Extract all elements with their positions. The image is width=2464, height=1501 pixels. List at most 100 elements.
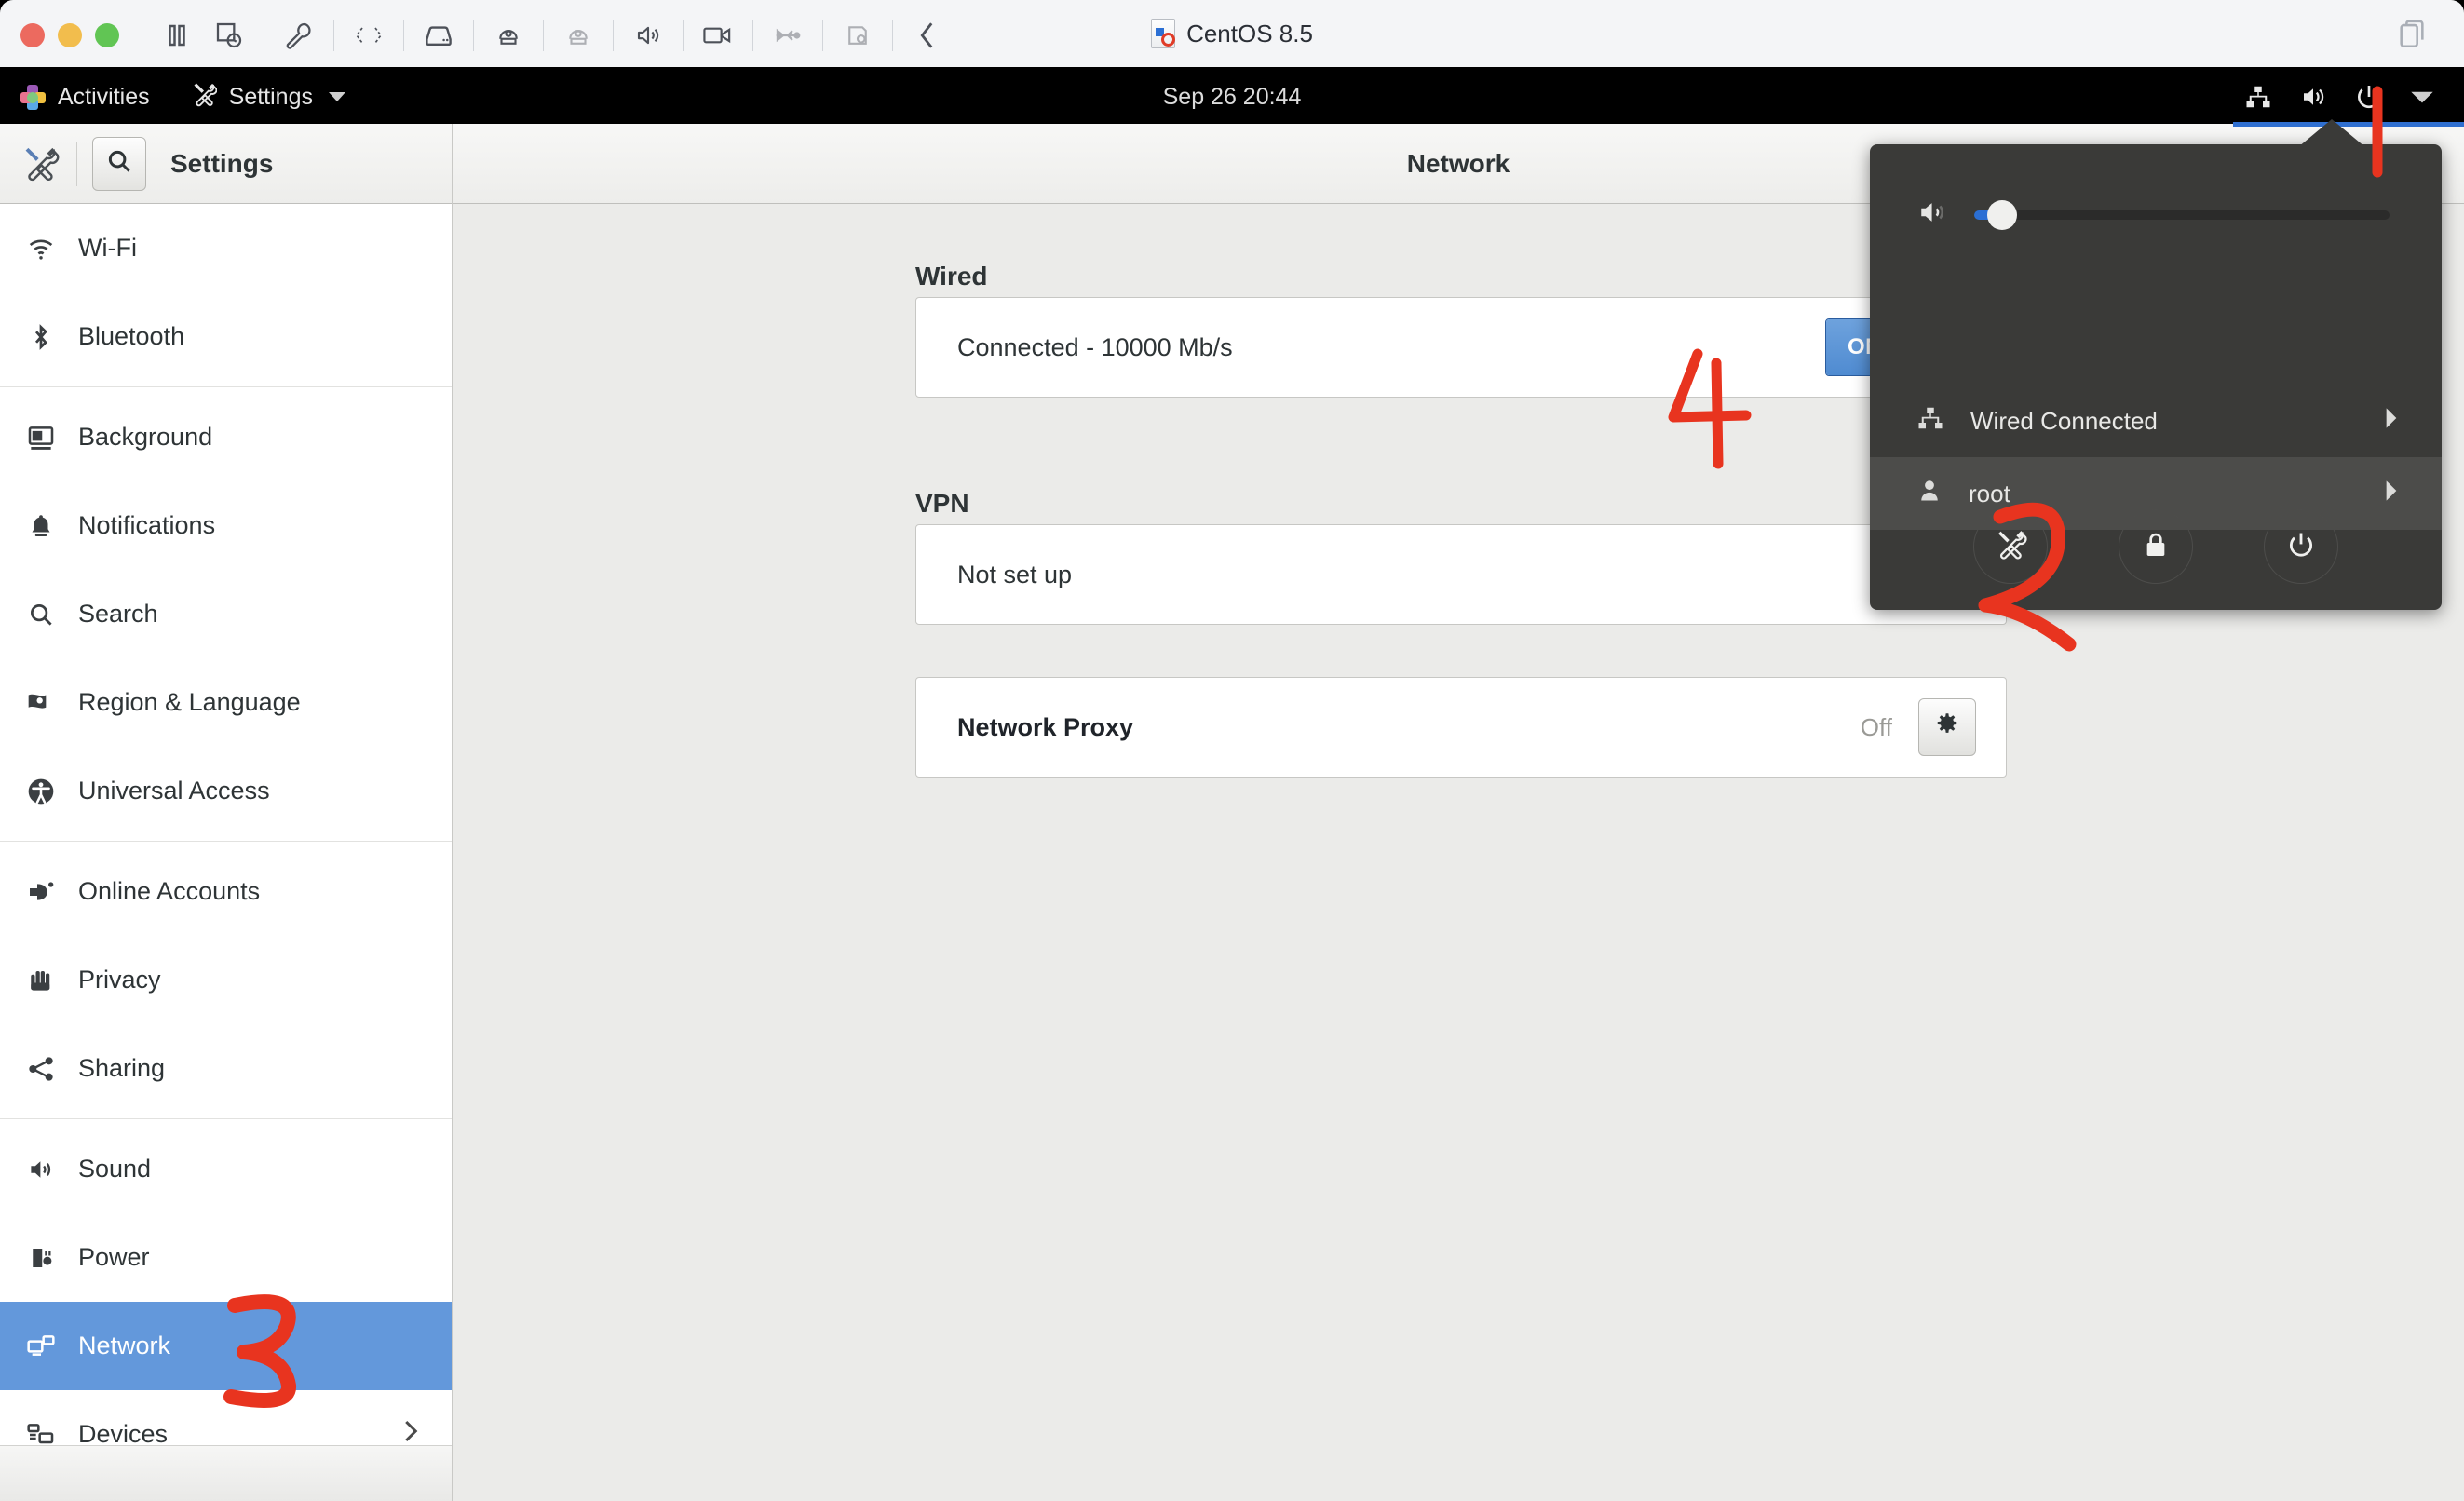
wrench-icon[interactable]	[273, 11, 325, 60]
restore-window-icon[interactable]	[2397, 19, 2427, 55]
battery-plug-icon	[24, 1243, 58, 1273]
headerbar-divider	[76, 141, 77, 186]
sidebar-item-label: Sharing	[78, 1054, 166, 1082]
sidebar-item-power[interactable]: Power	[0, 1213, 452, 1302]
vpn-status-label: Not set up	[957, 560, 1073, 588]
centos-file-icon	[1151, 19, 1176, 48]
app-menu-label: Settings	[228, 83, 313, 110]
system-menu-actions	[1870, 483, 2442, 610]
harddisk-icon[interactable]	[413, 11, 465, 60]
search-button[interactable]	[92, 136, 146, 191]
sidebar-item-sharing[interactable]: Sharing	[0, 1024, 452, 1113]
toolbar-divider	[613, 19, 614, 51]
toolbar-divider	[403, 19, 404, 51]
network-wired-icon	[1916, 404, 1944, 439]
chevron-down-icon[interactable]	[2397, 70, 2447, 124]
cdrom-secondary-icon[interactable]	[552, 11, 604, 60]
cdrom-icon[interactable]	[482, 11, 535, 60]
toolbar-divider	[333, 19, 334, 51]
vm-toolbar: CentOS 8.5	[0, 0, 2464, 70]
printer-icon[interactable]	[832, 11, 884, 60]
sidebar-item-label: Region & Language	[78, 688, 301, 716]
toolbar-divider	[473, 19, 474, 51]
camera-icon[interactable]	[692, 11, 744, 60]
sidebar-item-label: Power	[78, 1243, 150, 1271]
vm-title-text: CentOS 8.5	[1186, 19, 1313, 47]
snapshot-icon[interactable]	[203, 11, 255, 60]
search-icon	[105, 147, 133, 180]
gnome-top-bar: Activities Settings Sep 26 20:44	[0, 70, 2464, 124]
sidebar-item-label: Sound	[78, 1155, 152, 1183]
sidebar-item-region-language[interactable]: Region & Language	[0, 658, 452, 747]
flag-icon	[24, 690, 58, 716]
settings-sidebar[interactable]: Wi-Fi Bluetooth Background Notifications…	[0, 204, 453, 1501]
toolbar-divider	[822, 19, 823, 51]
volume-slider-row[interactable]	[1870, 144, 2442, 233]
chevron-down-icon	[328, 92, 345, 101]
sidebar-item-label: Background	[78, 423, 213, 451]
centos-logo-icon	[20, 84, 46, 110]
network-proxy-value: Off	[1860, 712, 1892, 741]
sidebar-item-notifications[interactable]: Notifications	[0, 481, 452, 570]
sidebar-footer	[0, 1445, 452, 1501]
system-menu-notch	[2298, 119, 2365, 147]
devices-icon	[24, 1421, 58, 1449]
maximize-window-button[interactable]	[95, 22, 119, 47]
system-menu-lock-button[interactable]	[2119, 509, 2193, 584]
usb-icon[interactable]	[762, 11, 814, 60]
chevron-right-icon	[2382, 407, 2401, 436]
sidebar-item-universal-access[interactable]: Universal Access	[0, 747, 452, 835]
vpn-card[interactable]: Not set up	[915, 524, 2007, 625]
sidebar-title: Settings	[170, 148, 274, 178]
network-proxy-settings-button[interactable]	[1918, 698, 1976, 756]
volume-icon[interactable]	[2285, 70, 2341, 124]
sidebar-item-label: Universal Access	[78, 777, 270, 805]
sidebar-item-label: Privacy	[78, 966, 161, 994]
network-icon	[24, 1332, 58, 1360]
headerbar-left: Settings	[0, 123, 453, 204]
sidebar-item-background[interactable]: Background	[0, 393, 452, 481]
sidebar-item-label: Wi-Fi	[78, 234, 137, 262]
sidebar-item-wi-fi[interactable]: Wi-Fi	[0, 204, 452, 292]
accessibility-icon	[24, 777, 58, 806]
sidebar-item-privacy[interactable]: Privacy	[0, 936, 452, 1024]
power-icon	[2285, 529, 2317, 565]
activities-button[interactable]: Activities	[0, 70, 170, 124]
settings-tools-icon	[20, 144, 60, 183]
system-tray	[2231, 70, 2447, 124]
sidebar-item-online-accounts[interactable]: Online Accounts	[0, 847, 452, 936]
sidebar-item-sound[interactable]: Sound	[0, 1125, 452, 1213]
collapse-left-icon[interactable]	[901, 11, 954, 60]
network-wired-icon[interactable]	[2231, 70, 2285, 124]
clock-button[interactable]: Sep 26 20:44	[0, 84, 2464, 111]
sidebar-divider	[0, 386, 452, 387]
sidebar-item-bluetooth[interactable]: Bluetooth	[0, 292, 452, 381]
gear-icon	[1933, 711, 1961, 744]
toolbar-divider	[543, 19, 544, 51]
pause-icon[interactable]	[151, 11, 203, 60]
volume-slider-knob[interactable]	[1987, 199, 2017, 230]
network-proxy-card: Network Proxy Off	[915, 677, 2007, 778]
speaker-icon[interactable]	[622, 11, 674, 60]
sidebar-item-label: Notifications	[78, 511, 216, 539]
sidebar-item-search[interactable]: Search	[0, 570, 452, 658]
activities-label: Activities	[58, 83, 150, 110]
clock-label: Sep 26 20:44	[1162, 83, 1302, 110]
app-menu-button[interactable]: Settings	[170, 70, 366, 124]
system-menu-settings-button[interactable]	[1973, 509, 2048, 584]
power-icon[interactable]	[2341, 70, 2397, 124]
system-menu-popup: Wired Connected root	[1870, 144, 2442, 610]
volume-slider[interactable]	[1974, 199, 2390, 230]
minimize-window-button[interactable]	[58, 22, 82, 47]
bluetooth-icon	[24, 322, 58, 352]
network-arrows-icon[interactable]	[343, 11, 395, 60]
sidebar-divider	[0, 841, 452, 842]
toolbar-divider	[752, 19, 753, 51]
system-menu-power-button[interactable]	[2264, 509, 2338, 584]
lock-icon	[2141, 529, 2171, 565]
close-window-button[interactable]	[20, 22, 45, 47]
sidebar-item-network[interactable]: Network	[0, 1302, 452, 1390]
system-menu-item-wired[interactable]: Wired Connected	[1870, 385, 2442, 457]
settings-tools-icon	[191, 81, 217, 114]
background-icon	[24, 424, 58, 452]
